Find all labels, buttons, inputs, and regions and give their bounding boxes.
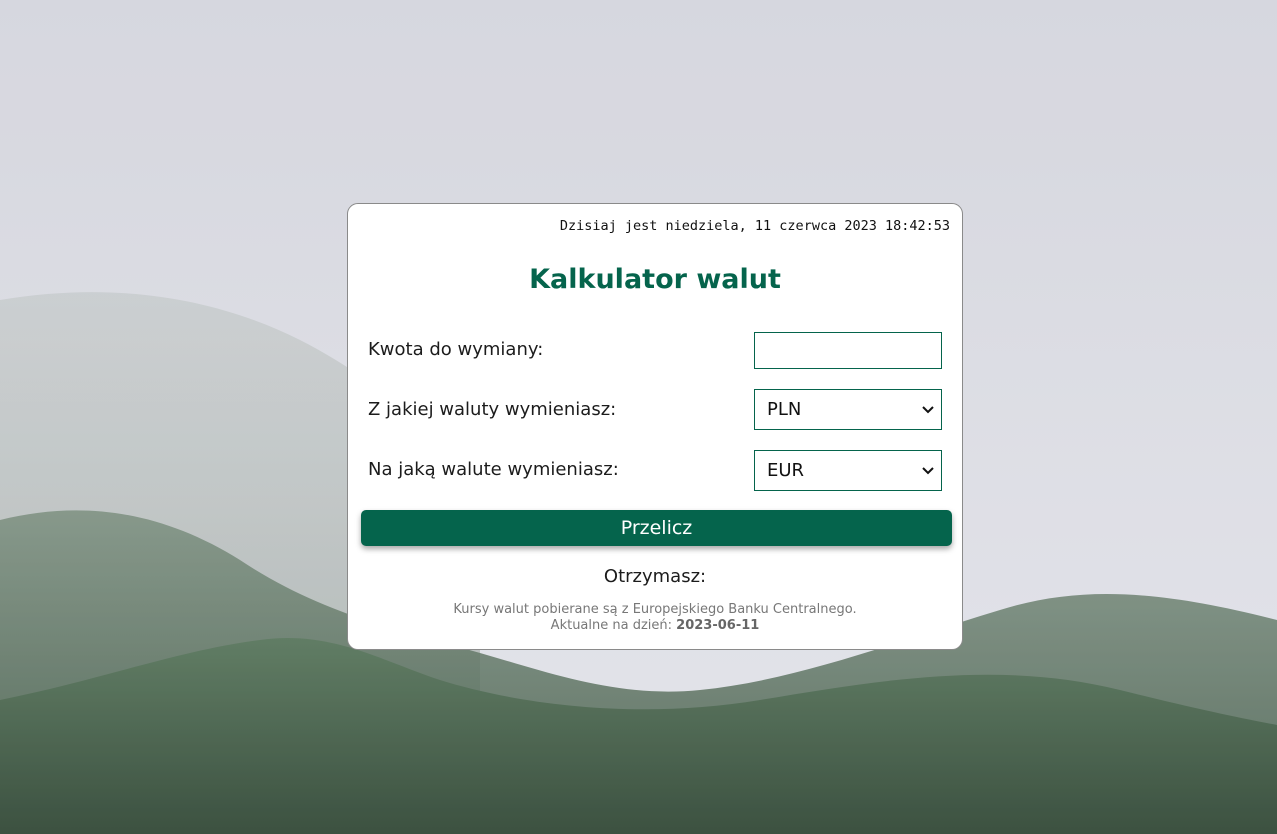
amount-input[interactable] [754,332,942,369]
rates-date-line: Aktualne na dzień: 2023-06-11 [348,618,962,634]
to-currency-label: Na jaką walute wymieniasz: [368,459,619,480]
from-currency-label: Z jakiej waluty wymieniasz: [368,399,617,420]
currency-calculator-card: Dzisiaj jest niedziela, 11 czerwca 2023 … [347,203,963,650]
from-currency-value: PLN [767,399,802,420]
rates-date-value: 2023-06-11 [676,618,760,633]
rates-date-prefix: Aktualne na dzień: [550,618,673,633]
result-label: Otrzymasz: [603,566,707,587]
amount-label: Kwota do wymiany: [368,339,544,360]
page-title: Kalkulator walut [529,264,781,295]
convert-button[interactable]: Przelicz [361,510,952,546]
chevron-down-icon [921,403,935,417]
current-datetime: Dzisiaj jest niedziela, 11 czerwca 2023 … [559,218,950,234]
rates-source-note: Kursy walut pobierane są z Europejskiego… [348,602,962,634]
rates-source-text: Kursy walut pobierane są z Europejskiego… [453,602,857,617]
to-currency-value: EUR [767,460,805,481]
chevron-down-icon [921,464,935,478]
to-currency-select[interactable]: EUR [754,450,942,491]
from-currency-select[interactable]: PLN [754,389,942,430]
